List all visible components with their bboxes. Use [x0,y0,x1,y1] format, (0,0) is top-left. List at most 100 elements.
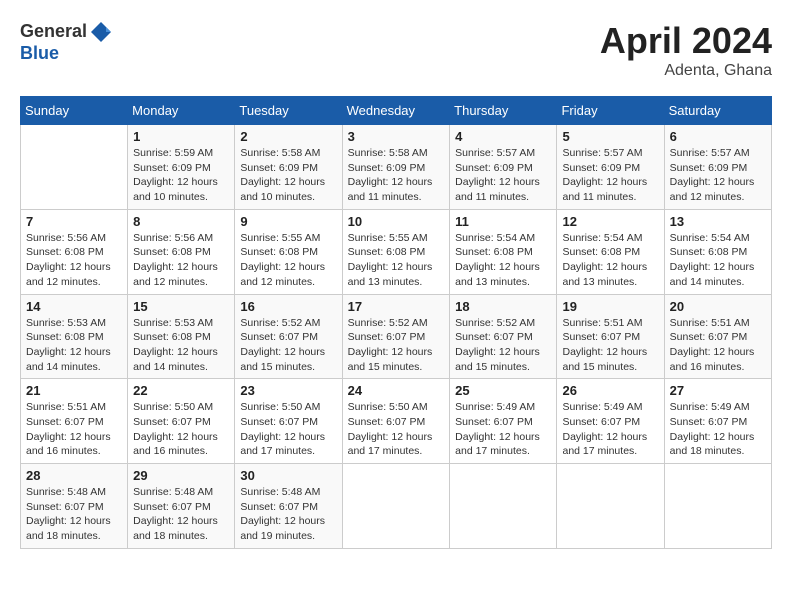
weekday-header-row: SundayMondayTuesdayWednesdayThursdayFrid… [21,97,772,125]
day-number: 5 [562,129,658,144]
day-info: Sunrise: 5:58 AM Sunset: 6:09 PM Dayligh… [348,146,445,205]
calendar-cell: 6 Sunrise: 5:57 AM Sunset: 6:09 PM Daylig… [664,125,771,210]
day-number: 7 [26,214,122,229]
weekday-header-thursday: Thursday [450,97,557,125]
day-info: Sunrise: 5:52 AM Sunset: 6:07 PM Dayligh… [240,316,336,375]
logo: General Blue [20,20,113,64]
page-header: General Blue April 2024 Adenta, Ghana [20,20,772,80]
calendar-week-row: 14 Sunrise: 5:53 AM Sunset: 6:08 PM Dayli… [21,294,772,379]
day-info: Sunrise: 5:57 AM Sunset: 6:09 PM Dayligh… [562,146,658,205]
day-number: 2 [240,129,336,144]
day-info: Sunrise: 5:56 AM Sunset: 6:08 PM Dayligh… [133,231,229,290]
day-info: Sunrise: 5:51 AM Sunset: 6:07 PM Dayligh… [670,316,766,375]
calendar-cell [450,464,557,549]
calendar-cell: 21 Sunrise: 5:51 AM Sunset: 6:07 PM Dayli… [21,379,128,464]
calendar-week-row: 7 Sunrise: 5:56 AM Sunset: 6:08 PM Daylig… [21,209,772,294]
calendar-cell: 23Sunrise: 5:50 AM Sunset: 6:07 PM Dayli… [235,379,342,464]
calendar-cell: 12 Sunrise: 5:54 AM Sunset: 6:08 PM Dayli… [557,209,664,294]
logo-general-text: General [20,22,87,42]
calendar-cell: 1 Sunrise: 5:59 AM Sunset: 6:09 PM Daylig… [128,125,235,210]
calendar-week-row: 1 Sunrise: 5:59 AM Sunset: 6:09 PM Daylig… [21,125,772,210]
day-info: Sunrise: 5:54 AM Sunset: 6:08 PM Dayligh… [562,231,658,290]
day-number: 24 [348,383,445,398]
calendar-cell: 25 Sunrise: 5:49 AM Sunset: 6:07 PM Dayli… [450,379,557,464]
day-info: Sunrise: 5:49 AM Sunset: 6:07 PM Dayligh… [670,400,766,459]
day-number: 15 [133,299,229,314]
day-number: 21 [26,383,122,398]
day-info: Sunrise: 5:57 AM Sunset: 6:09 PM Dayligh… [455,146,551,205]
calendar-cell: 24 Sunrise: 5:50 AM Sunset: 6:07 PM Dayli… [342,379,450,464]
day-info: Sunrise: 5:56 AM Sunset: 6:08 PM Dayligh… [26,231,122,290]
calendar-cell: 4 Sunrise: 5:57 AM Sunset: 6:09 PM Daylig… [450,125,557,210]
calendar-cell: 2 Sunrise: 5:58 AM Sunset: 6:09 PM Daylig… [235,125,342,210]
day-number: 9 [240,214,336,229]
calendar-table: SundayMondayTuesdayWednesdayThursdayFrid… [20,96,772,549]
day-number: 8 [133,214,229,229]
day-number: 12 [562,214,658,229]
calendar-cell: 28Sunrise: 5:48 AM Sunset: 6:07 PM Dayli… [21,464,128,549]
day-number: 20 [670,299,766,314]
day-number: 4 [455,129,551,144]
calendar-cell: 27 Sunrise: 5:49 AM Sunset: 6:07 PM Dayli… [664,379,771,464]
day-info: Sunrise: 5:53 AM Sunset: 6:08 PM Dayligh… [133,316,229,375]
calendar-cell: 19Sunrise: 5:51 AM Sunset: 6:07 PM Dayli… [557,294,664,379]
weekday-header-friday: Friday [557,97,664,125]
day-info: Sunrise: 5:50 AM Sunset: 6:07 PM Dayligh… [133,400,229,459]
day-info: Sunrise: 5:59 AM Sunset: 6:09 PM Dayligh… [133,146,229,205]
day-number: 6 [670,129,766,144]
day-info: Sunrise: 5:53 AM Sunset: 6:08 PM Dayligh… [26,316,122,375]
day-number: 27 [670,383,766,398]
day-info: Sunrise: 5:55 AM Sunset: 6:08 PM Dayligh… [348,231,445,290]
day-info: Sunrise: 5:55 AM Sunset: 6:08 PM Dayligh… [240,231,336,290]
weekday-header-monday: Monday [128,97,235,125]
day-number: 11 [455,214,551,229]
day-info: Sunrise: 5:50 AM Sunset: 6:07 PM Dayligh… [348,400,445,459]
weekday-header-sunday: Sunday [21,97,128,125]
calendar-cell: 10 Sunrise: 5:55 AM Sunset: 6:08 PM Dayli… [342,209,450,294]
calendar-cell: 29 Sunrise: 5:48 AM Sunset: 6:07 PM Dayli… [128,464,235,549]
day-info: Sunrise: 5:49 AM Sunset: 6:07 PM Dayligh… [455,400,551,459]
calendar-cell: 26Sunrise: 5:49 AM Sunset: 6:07 PM Dayli… [557,379,664,464]
calendar-week-row: 21 Sunrise: 5:51 AM Sunset: 6:07 PM Dayli… [21,379,772,464]
day-info: Sunrise: 5:52 AM Sunset: 6:07 PM Dayligh… [348,316,445,375]
day-number: 17 [348,299,445,314]
day-number: 3 [348,129,445,144]
calendar-cell: 9 Sunrise: 5:55 AM Sunset: 6:08 PM Daylig… [235,209,342,294]
calendar-cell: 8 Sunrise: 5:56 AM Sunset: 6:08 PM Daylig… [128,209,235,294]
day-info: Sunrise: 5:52 AM Sunset: 6:07 PM Dayligh… [455,316,551,375]
calendar-cell: 16Sunrise: 5:52 AM Sunset: 6:07 PM Dayli… [235,294,342,379]
calendar-cell: 7 Sunrise: 5:56 AM Sunset: 6:08 PM Daylig… [21,209,128,294]
day-number: 10 [348,214,445,229]
calendar-cell [21,125,128,210]
day-number: 26 [562,383,658,398]
day-info: Sunrise: 5:54 AM Sunset: 6:08 PM Dayligh… [670,231,766,290]
day-info: Sunrise: 5:48 AM Sunset: 6:07 PM Dayligh… [133,485,229,544]
day-number: 25 [455,383,551,398]
day-number: 18 [455,299,551,314]
day-info: Sunrise: 5:54 AM Sunset: 6:08 PM Dayligh… [455,231,551,290]
calendar-cell: 13 Sunrise: 5:54 AM Sunset: 6:08 PM Dayli… [664,209,771,294]
calendar-cell: 3 Sunrise: 5:58 AM Sunset: 6:09 PM Daylig… [342,125,450,210]
day-info: Sunrise: 5:58 AM Sunset: 6:09 PM Dayligh… [240,146,336,205]
day-info: Sunrise: 5:51 AM Sunset: 6:07 PM Dayligh… [26,400,122,459]
calendar-cell: 15 Sunrise: 5:53 AM Sunset: 6:08 PM Dayli… [128,294,235,379]
month-title: April 2024 [600,20,772,62]
day-info: Sunrise: 5:57 AM Sunset: 6:09 PM Dayligh… [670,146,766,205]
day-number: 1 [133,129,229,144]
title-block: April 2024 Adenta, Ghana [600,20,772,80]
calendar-week-row: 28 Sunrise: 5:48 AM Sunset: 6:07 PM Dayli… [21,464,772,549]
day-number: 23 [240,383,336,398]
calendar-cell: 22 Sunrise: 5:50 AM Sunset: 6:07 PM Dayli… [128,379,235,464]
day-number: 22 [133,383,229,398]
logo-icon [89,20,113,44]
calendar-cell [664,464,771,549]
calendar-cell: 20 Sunrise: 5:51 AM Sunset: 6:07 PM Dayli… [664,294,771,379]
day-number: 14 [26,299,122,314]
day-number: 28 [26,468,122,483]
day-number: 19 [562,299,658,314]
calendar-cell: 30Sunrise: 5:48 AM Sunset: 6:07 PM Dayli… [235,464,342,549]
calendar-cell: 17 Sunrise: 5:52 AM Sunset: 6:07 PM Dayli… [342,294,450,379]
calendar-cell: 5 Sunrise: 5:57 AM Sunset: 6:09 PM Daylig… [557,125,664,210]
day-number: 29 [133,468,229,483]
day-number: 13 [670,214,766,229]
